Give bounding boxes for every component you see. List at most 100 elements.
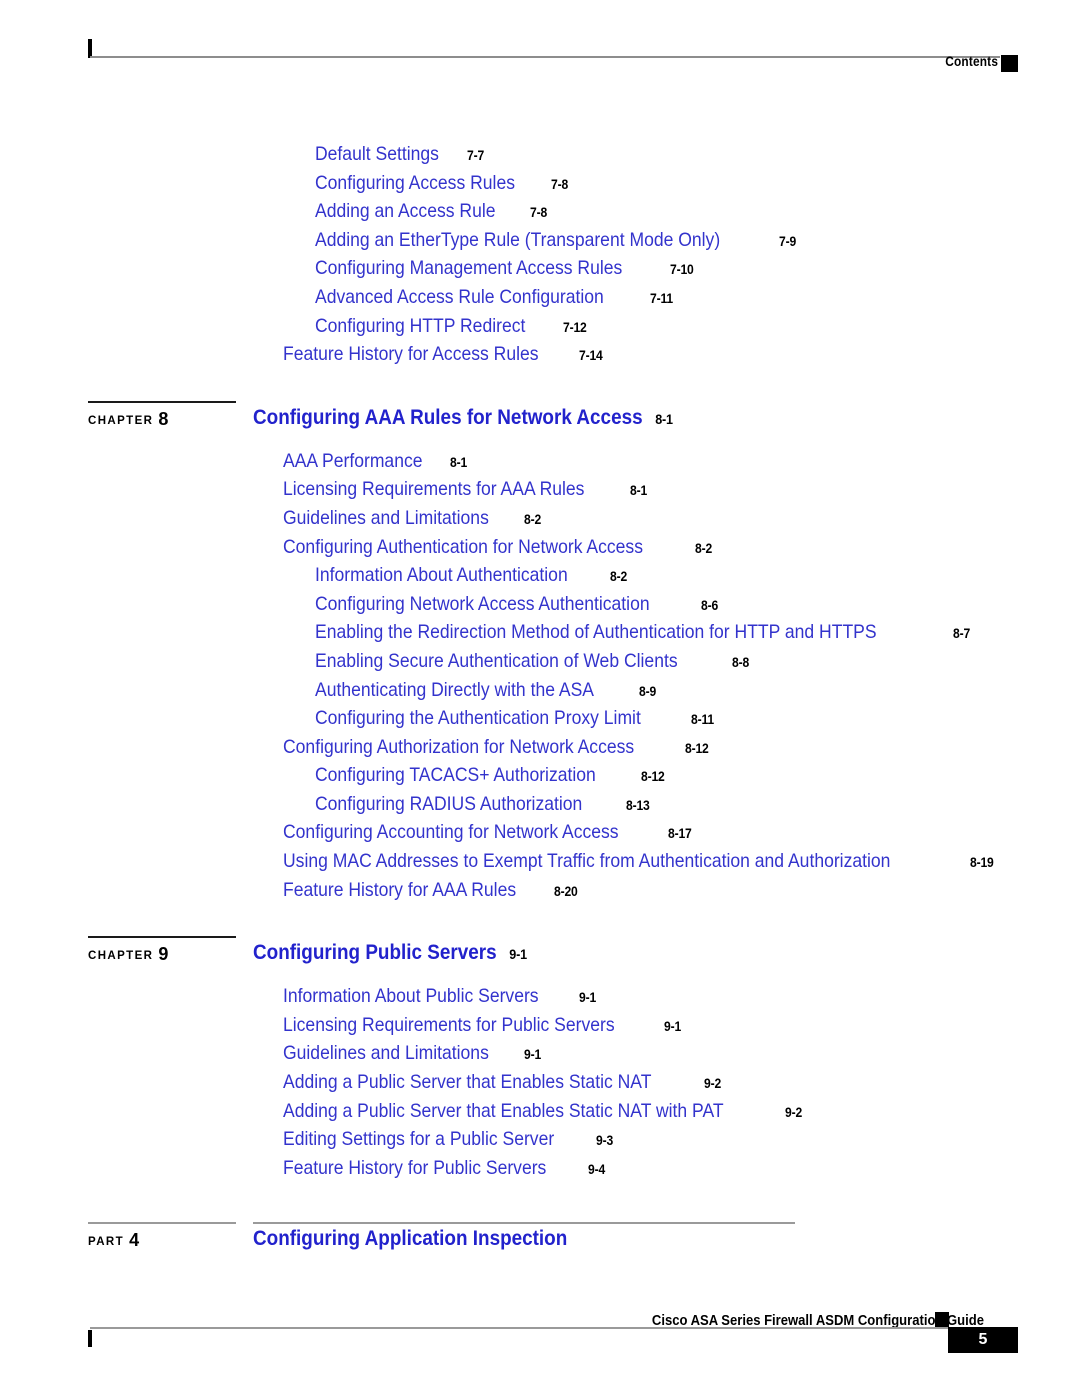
part-heading-block: PART 4 Configuring Application Inspection xyxy=(0,1212,1080,1268)
toc-entry[interactable]: Configuring Accounting for Network Acces… xyxy=(0,818,1080,847)
toc-entry-title: Licensing Requirements for Public Server… xyxy=(283,1013,615,1036)
toc-entry-page: 7-7 xyxy=(466,148,484,163)
toc-entry[interactable]: Advanced Access Rule Configuration 7-11 xyxy=(0,283,1080,312)
toc-entry-page: 8-2 xyxy=(694,540,712,556)
toc-entry-page: 8-2 xyxy=(609,569,627,585)
heading-kicker-word: CHAPTER xyxy=(88,950,154,963)
toc-entry[interactable]: Enabling the Redirection Method of Authe… xyxy=(0,618,1080,647)
page-header: Contents xyxy=(0,0,1080,90)
toc-entry-title: Feature History for AAA Rules xyxy=(283,878,517,901)
toc-entry[interactable]: Adding a Public Server that Enables Stat… xyxy=(0,1068,1080,1097)
toc-entry-title: Configuring Authorization for Network Ac… xyxy=(283,735,635,758)
toc-entry[interactable]: Licensing Requirements for Public Server… xyxy=(0,1011,1080,1040)
toc-entry-title: Licensing Requirements for AAA Rules xyxy=(283,478,585,501)
toc-entry[interactable]: Feature History for AAA Rules 8-20 xyxy=(0,876,1080,905)
toc-entry[interactable]: Configuring the Authentication Proxy Lim… xyxy=(0,704,1080,733)
toc-entry-page: 9-4 xyxy=(587,1161,605,1177)
table-of-contents: Default Settings 7-7 Configuring Access Ru… xyxy=(0,140,1080,1268)
toc-entry-title: Adding a Public Server that Enables Stat… xyxy=(283,1071,652,1094)
toc-entry[interactable]: Feature History for Public Servers 9-4 xyxy=(0,1154,1080,1183)
toc-entry-page: 8-13 xyxy=(626,797,650,813)
page-number-badge: 5 xyxy=(948,1327,1018,1353)
toc-entry[interactable]: Editing Settings for a Public Server 9-3 xyxy=(0,1125,1080,1154)
toc-entry[interactable]: Configuring HTTP Redirect 7-12 xyxy=(0,312,1080,341)
heading-rule xyxy=(88,936,236,939)
toc-entry-title: Advanced Access Rule Configuration xyxy=(315,285,604,308)
heading-kicker-number: 9 xyxy=(158,944,169,965)
footer-divider xyxy=(90,1327,950,1329)
heading-kicker-word: CHAPTER xyxy=(88,414,154,427)
chapter-title[interactable]: Configuring Public Servers 9-1 xyxy=(253,940,527,967)
toc-page: Contents Default Settings 7-7 Configuring … xyxy=(0,0,1080,1397)
toc-entry-page: 8-12 xyxy=(685,740,709,756)
toc-entry-title: Guidelines and Limitations xyxy=(283,1042,489,1065)
toc-entry-title: Feature History for Public Servers xyxy=(283,1156,547,1179)
toc-entry[interactable]: Authenticating Directly with the ASA 8-9 xyxy=(0,676,1080,705)
toc-entry-title: Enabling Secure Authentication of Web Cl… xyxy=(315,649,678,672)
toc-entry[interactable]: Licensing Requirements for AAA Rules 8-1 xyxy=(0,475,1080,504)
chapter-title[interactable]: Configuring AAA Rules for Network Access… xyxy=(253,405,673,432)
toc-entry-page: 8-2 xyxy=(523,511,541,527)
toc-entry-title: Default Settings xyxy=(315,143,439,165)
heading-rule xyxy=(88,400,236,403)
toc-entry[interactable]: Enabling Secure Authentication of Web Cl… xyxy=(0,647,1080,676)
toc-entry-page: 9-1 xyxy=(663,1018,681,1034)
toc-entry-title: Using MAC Addresses to Exempt Traffic fr… xyxy=(283,850,891,873)
toc-entry-page: 7-8 xyxy=(551,176,569,192)
toc-entry-page: 8-12 xyxy=(641,769,665,785)
toc-entry[interactable]: Guidelines and Limitations 9-1 xyxy=(0,1039,1080,1068)
crop-mark-bottom-left xyxy=(88,1330,92,1347)
toc-entry-title: Guidelines and Limitations xyxy=(283,506,489,529)
toc-entry-page: 7-14 xyxy=(578,348,603,364)
heading-title-text: Configuring Application Inspection xyxy=(253,1227,568,1251)
toc-entry-page: 9-1 xyxy=(523,1047,541,1063)
toc-entry[interactable]: Feature History for Access Rules 7-14 xyxy=(0,340,1080,369)
toc-entry-title: AAA Performance xyxy=(283,449,423,472)
heading-rule xyxy=(88,1222,236,1225)
toc-entry-title: Information About Public Servers xyxy=(283,985,539,1008)
header-square-marker-icon xyxy=(1001,55,1018,72)
toc-entry[interactable]: Adding a Public Server that Enables Stat… xyxy=(0,1097,1080,1126)
chapter-heading-block: CHAPTER 8 Configuring AAA Rules for Networ… xyxy=(0,391,1080,447)
toc-entry-page: 8-7 xyxy=(952,626,971,642)
toc-entry-page: 7-11 xyxy=(649,290,673,306)
toc-entry-page: 8-17 xyxy=(667,826,692,842)
heading-kicker-word: PART xyxy=(88,1236,125,1249)
toc-entry-title: Configuring Access Rules xyxy=(315,171,515,194)
toc-entry-page: 7-10 xyxy=(670,262,695,278)
toc-entry-page: 9-1 xyxy=(578,990,597,1006)
toc-entry[interactable]: Configuring TACACS+ Authorization 8-12 xyxy=(0,761,1080,790)
toc-entry-title: Information About Authentication xyxy=(315,564,568,587)
toc-entry[interactable]: Configuring Authentication for Network A… xyxy=(0,533,1080,562)
toc-entry-title: Adding an Access Rule xyxy=(315,200,496,223)
toc-entry-title: Configuring Management Access Rules xyxy=(315,257,623,280)
part-title[interactable]: Configuring Application Inspection xyxy=(253,1226,567,1252)
toc-entry[interactable]: Configuring Management Access Rules 7-10 xyxy=(0,254,1080,283)
toc-entry-title: Adding a Public Server that Enables Stat… xyxy=(283,1099,724,1122)
toc-entry-title: Adding an EtherType Rule (Transparent Mo… xyxy=(315,228,721,251)
toc-entry-page: 8-9 xyxy=(639,683,657,699)
toc-entry[interactable]: Configuring Access Rules 7-8 xyxy=(0,169,1080,198)
toc-entry[interactable]: Information About Public Servers 9-1 xyxy=(0,982,1080,1011)
header-contents-label: Contents xyxy=(945,54,998,69)
toc-entry[interactable]: Information About Authentication 8-2 xyxy=(0,561,1080,590)
toc-entry[interactable]: Default Settings 7-7 xyxy=(0,140,1080,169)
toc-entry[interactable]: Configuring RADIUS Authorization 8-13 xyxy=(0,790,1080,819)
toc-entry[interactable]: Using MAC Addresses to Exempt Traffic fr… xyxy=(0,847,1080,876)
heading-page-number: 9-1 xyxy=(509,946,527,963)
toc-entry-title: Configuring Network Access Authenticatio… xyxy=(315,592,650,615)
toc-entry[interactable]: Configuring Network Access Authenticatio… xyxy=(0,590,1080,619)
toc-entry-title: Configuring Accounting for Network Acces… xyxy=(283,821,619,844)
toc-entry[interactable]: Guidelines and Limitations 8-2 xyxy=(0,504,1080,533)
heading-title-text: Configuring Public Servers xyxy=(253,941,497,965)
header-divider xyxy=(90,56,1000,58)
toc-entry[interactable]: Configuring Authorization for Network Ac… xyxy=(0,733,1080,762)
toc-entry-title: Editing Settings for a Public Server xyxy=(283,1128,555,1151)
toc-entry-page: 8-1 xyxy=(629,483,647,499)
toc-entry[interactable]: Adding an EtherType Rule (Transparent Mo… xyxy=(0,226,1080,255)
toc-entry[interactable]: Adding an Access Rule 7-8 xyxy=(0,197,1080,226)
toc-entry[interactable]: AAA Performance 8-1 xyxy=(0,447,1080,476)
heading-kicker-number: 8 xyxy=(158,408,169,429)
